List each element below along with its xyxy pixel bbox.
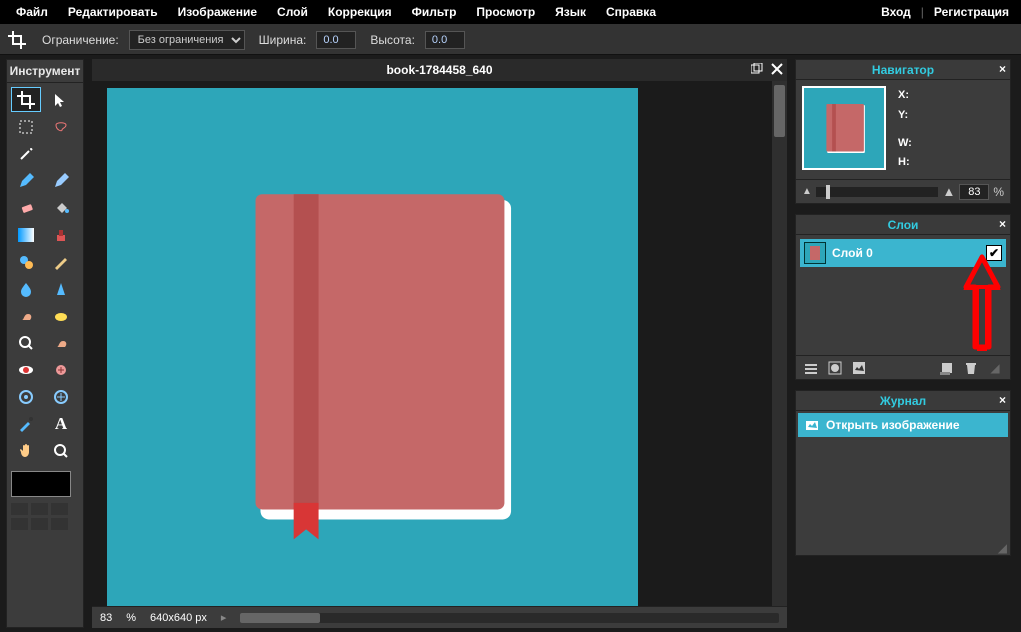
history-item[interactable]: Открыть изображение bbox=[798, 413, 1008, 437]
tool-pinch[interactable] bbox=[46, 384, 76, 409]
login-link[interactable]: Вход bbox=[875, 1, 917, 23]
tool-bloat[interactable] bbox=[11, 384, 41, 409]
layer-mask-icon[interactable] bbox=[826, 359, 844, 377]
history-panel: Журнал × Открыть изображение ◢ bbox=[795, 390, 1011, 556]
tool-redeye[interactable] bbox=[11, 357, 41, 382]
tool-sponge[interactable] bbox=[46, 303, 76, 328]
statusbar: 83 % 640x640 px ▸ bbox=[92, 606, 787, 628]
menu-correction[interactable]: Коррекция bbox=[318, 1, 402, 23]
menu-view[interactable]: Просмотр bbox=[466, 1, 545, 23]
options-bar: Ограничение: Без ограничения Ширина: 0.0… bbox=[0, 25, 1021, 55]
height-label: Высота: bbox=[366, 33, 415, 47]
layers-panel: Слои × Слой 0 ✔ ◢ bbox=[795, 214, 1011, 380]
close-icon[interactable]: × bbox=[999, 62, 1006, 76]
height-input[interactable]: 0.0 bbox=[425, 31, 465, 49]
menu-file[interactable]: Файл bbox=[6, 1, 58, 23]
tool-replace-color[interactable] bbox=[11, 249, 41, 274]
layer-visibility-checkbox[interactable]: ✔ bbox=[986, 245, 1002, 261]
resize-handle-icon[interactable]: ◢ bbox=[996, 541, 1010, 555]
resize-handle-icon[interactable]: ◢ bbox=[986, 359, 1004, 377]
tool-panel: Инструмент A bbox=[6, 59, 84, 628]
navigator-info: X: Y: W: H: bbox=[898, 86, 912, 173]
history-item-label: Открыть изображение bbox=[826, 418, 960, 432]
tool-gradient[interactable] bbox=[11, 222, 41, 247]
tool-empty-1 bbox=[46, 141, 76, 166]
tool-clone[interactable] bbox=[46, 222, 76, 247]
tool-hand[interactable] bbox=[11, 438, 41, 463]
close-icon[interactable]: × bbox=[999, 217, 1006, 231]
tool-colorpicker[interactable] bbox=[11, 411, 41, 436]
canvas[interactable] bbox=[107, 88, 638, 606]
layer-settings-icon[interactable] bbox=[802, 359, 820, 377]
document-titlebar: book-1784458_640 bbox=[92, 59, 787, 81]
tool-marquee[interactable] bbox=[11, 114, 41, 139]
right-panels: Навигатор × X: Y: W: H: bbox=[791, 55, 1021, 632]
zoom-percent: % bbox=[126, 612, 136, 624]
open-image-icon bbox=[804, 417, 820, 433]
workspace[interactable] bbox=[92, 81, 787, 606]
menubar: Файл Редактировать Изображение Слой Корр… bbox=[0, 0, 1021, 25]
separator: | bbox=[917, 5, 928, 19]
tool-dodge[interactable] bbox=[11, 330, 41, 355]
tool-text[interactable]: A bbox=[46, 411, 76, 436]
tool-sharpen[interactable] bbox=[46, 276, 76, 301]
register-link[interactable]: Регистрация bbox=[928, 1, 1015, 23]
constraint-select[interactable]: Без ограничения bbox=[129, 30, 245, 50]
tool-wand[interactable] bbox=[11, 141, 41, 166]
vertical-scrollbar[interactable] bbox=[772, 81, 787, 606]
tool-smudge[interactable] bbox=[11, 303, 41, 328]
window-close-icon[interactable] bbox=[769, 61, 785, 77]
tool-pencil[interactable] bbox=[11, 168, 41, 193]
tool-draw[interactable] bbox=[46, 249, 76, 274]
menu-language[interactable]: Язык bbox=[545, 1, 596, 23]
color-swatches[interactable] bbox=[11, 503, 79, 530]
tool-spot-heal[interactable] bbox=[46, 357, 76, 382]
zoom-slider[interactable] bbox=[816, 187, 939, 197]
layers-title: Слои bbox=[888, 218, 919, 232]
tool-lasso[interactable] bbox=[46, 114, 76, 139]
zoom-out-icon[interactable]: ▲ bbox=[802, 186, 812, 197]
menu-help[interactable]: Справка bbox=[596, 1, 666, 23]
layer-name: Слой 0 bbox=[832, 246, 873, 260]
tool-panel-title: Инструмент bbox=[7, 60, 83, 83]
tool-brush[interactable] bbox=[46, 168, 76, 193]
menu-image[interactable]: Изображение bbox=[168, 1, 267, 23]
constraint-label: Ограничение: bbox=[38, 33, 119, 47]
zoom-value: 83 bbox=[100, 612, 112, 624]
menu-layer[interactable]: Слой bbox=[267, 1, 318, 23]
canvas-area: book-1784458_640 bbox=[92, 59, 787, 628]
document-title: book-1784458_640 bbox=[386, 63, 492, 77]
width-label: Ширина: bbox=[255, 33, 307, 47]
tool-blur[interactable] bbox=[11, 276, 41, 301]
foreground-color[interactable] bbox=[11, 471, 71, 497]
tool-move[interactable] bbox=[46, 87, 76, 112]
nav-zoom-value[interactable]: 83 bbox=[959, 184, 989, 200]
window-maximize-icon[interactable] bbox=[749, 61, 765, 77]
zoom-in-icon[interactable]: ▲ bbox=[942, 184, 955, 199]
menu-edit[interactable]: Редактировать bbox=[58, 1, 168, 23]
crop-tool-icon bbox=[6, 29, 28, 51]
tool-bucket[interactable] bbox=[46, 195, 76, 220]
tool-burn[interactable] bbox=[46, 330, 76, 355]
menu-filter[interactable]: Фильтр bbox=[402, 1, 467, 23]
tool-crop[interactable] bbox=[11, 87, 41, 112]
canvas-dimensions: 640x640 px bbox=[150, 612, 207, 624]
layer-style-icon[interactable] bbox=[850, 359, 868, 377]
history-title: Журнал bbox=[880, 394, 926, 408]
tool-eraser[interactable] bbox=[11, 195, 41, 220]
layer-row[interactable]: Слой 0 ✔ bbox=[800, 239, 1006, 267]
close-icon[interactable]: × bbox=[999, 393, 1006, 407]
tool-zoom[interactable] bbox=[46, 438, 76, 463]
nav-zoom-percent: % bbox=[993, 185, 1004, 199]
navigator-panel: Навигатор × X: Y: W: H: bbox=[795, 59, 1011, 204]
delete-layer-icon[interactable] bbox=[962, 359, 980, 377]
layer-thumbnail bbox=[804, 242, 826, 264]
width-input[interactable]: 0.0 bbox=[316, 31, 356, 49]
new-layer-icon[interactable] bbox=[938, 359, 956, 377]
navigator-title: Навигатор bbox=[872, 63, 934, 77]
navigator-thumbnail[interactable] bbox=[802, 86, 886, 170]
horizontal-scrollbar[interactable] bbox=[240, 613, 779, 623]
